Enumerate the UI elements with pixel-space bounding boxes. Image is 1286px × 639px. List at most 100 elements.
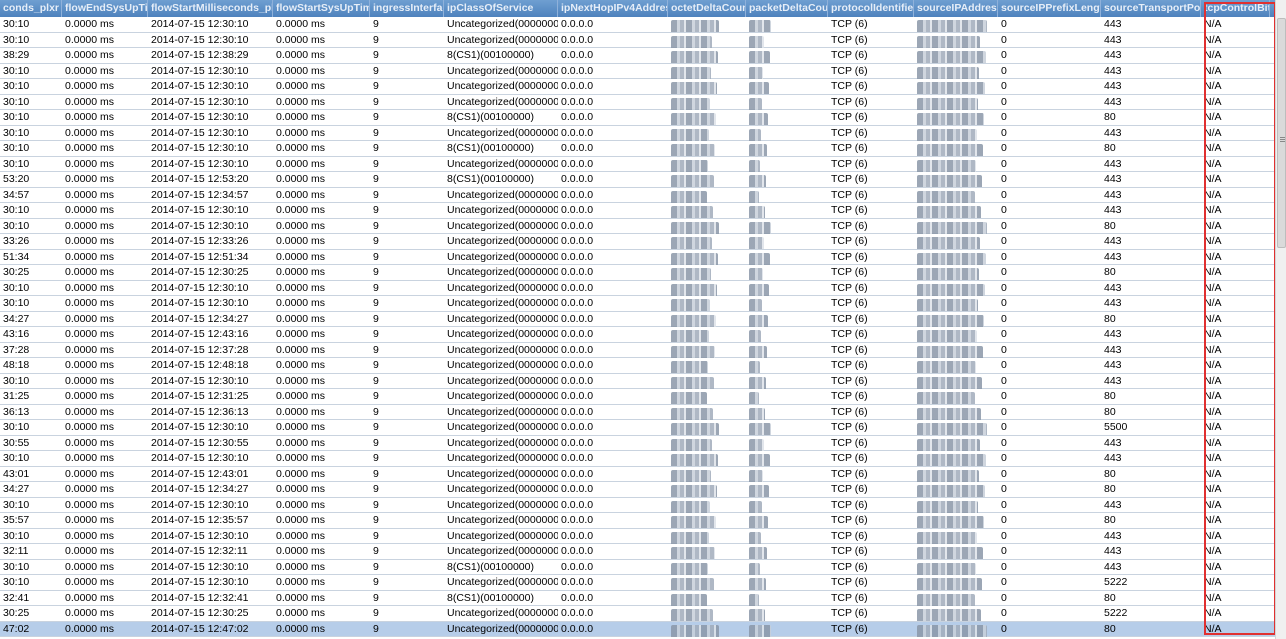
table-row[interactable]: 30:10 0.0000 ms 2014-07-15 12:30:10 0.0000 … (0, 528, 1276, 544)
table-row[interactable]: 51:34 0.0000 ms 2014-07-15 12:51:34 0.0000 … (0, 249, 1276, 265)
table-cell (746, 141, 828, 156)
redacted-value (749, 624, 771, 637)
table-cell: 0.0000 ms (276, 297, 326, 309)
table-row[interactable]: 34:57 0.0000 ms 2014-07-15 12:34:57 0.0000 … (0, 187, 1276, 203)
column-header[interactable]: flowStartMilliseconds_plxr (148, 0, 273, 17)
table-row[interactable]: 43:16 0.0000 ms 2014-07-15 12:43:16 0.0000 … (0, 327, 1276, 343)
column-header[interactable]: sourceIPPrefixLength (998, 0, 1101, 17)
table-row[interactable]: 37:28 0.0000 ms 2014-07-15 12:37:28 0.0000 … (0, 342, 1276, 358)
table-row[interactable]: 30:10 0.0000 ms 2014-07-15 12:30:10 0.0000 … (0, 94, 1276, 110)
column-header[interactable]: sourceTransportPort (1101, 0, 1201, 17)
table-row[interactable]: 30:10 0.0000 ms 2014-07-15 12:30:10 0.0000 … (0, 17, 1276, 33)
redacted-value (917, 66, 979, 79)
column-header[interactable]: flowEndSysUpTime (62, 0, 148, 17)
table-row[interactable]: 53:20 0.0000 ms 2014-07-15 12:53:20 0.0000 … (0, 172, 1276, 188)
table-cell: 9 (373, 126, 379, 139)
table-cell (668, 405, 746, 420)
table-row[interactable]: 30:10 0.0000 ms 2014-07-15 12:30:10 0.0000 … (0, 420, 1276, 436)
table-row[interactable]: 30:10 0.0000 ms 2014-07-15 12:30:10 0.0000 … (0, 373, 1276, 389)
table-cell (914, 513, 998, 528)
table-row[interactable]: 30:10 0.0000 ms 2014-07-15 12:30:10 0.0000 … (0, 218, 1276, 234)
column-header[interactable]: tcpControlBits (1201, 0, 1270, 17)
table-cell: Uncategorized(00000000) (447, 204, 558, 216)
table-row[interactable]: 30:55 0.0000 ms 2014-07-15 12:30:55 0.0000 … (0, 435, 1276, 451)
table-cell: 443 (1104, 49, 1122, 61)
table-row[interactable]: 30:10 0.0000 ms 2014-07-15 12:30:10 0.0000 … (0, 203, 1276, 219)
table-cell: Uncategorized(00000000) (447, 312, 558, 325)
table-row[interactable]: 34:27 0.0000 ms 2014-07-15 12:34:27 0.0000 … (0, 482, 1276, 498)
table-row[interactable]: 36:13 0.0000 ms 2014-07-15 12:36:13 0.0000 … (0, 404, 1276, 420)
table-cell (914, 265, 998, 280)
table-cell: N/A (1204, 219, 1222, 232)
table-cell: 9 (373, 622, 379, 635)
table-cell (668, 498, 746, 513)
table-cell: 0.0000 ms (65, 560, 115, 573)
table-row[interactable]: 32:11 0.0000 ms 2014-07-15 12:32:11 0.0000 … (0, 544, 1276, 560)
table-row[interactable]: 30:10 0.0000 ms 2014-07-15 12:30:10 0.0000 … (0, 79, 1276, 95)
table-cell (746, 405, 828, 420)
table-cell: 0 (1001, 157, 1007, 170)
table-cell: 443 (1104, 374, 1122, 387)
table-cell: 30:25 (3, 607, 30, 619)
table-cell: 30:10 (3, 421, 30, 433)
table-row[interactable]: 35:57 0.0000 ms 2014-07-15 12:35:57 0.0000 … (0, 513, 1276, 529)
table-cell: 30:10 (3, 529, 30, 542)
table-row[interactable]: 30:10 0.0000 ms 2014-07-15 12:30:10 0.0000 … (0, 451, 1276, 467)
table-row[interactable]: 33:26 0.0000 ms 2014-07-15 12:33:26 0.0000 … (0, 234, 1276, 250)
table-row[interactable]: 30:10 0.0000 ms 2014-07-15 12:30:10 0.0000 … (0, 156, 1276, 172)
redacted-value (917, 392, 975, 404)
table-cell: 2014-07-15 12:30:10 (151, 297, 249, 309)
table-cell: Uncategorized(00000000) (447, 281, 558, 294)
table-row[interactable]: 30:10 0.0000 ms 2014-07-15 12:30:10 0.0000 … (0, 296, 1276, 312)
table-cell: 0.0000 ms (65, 297, 115, 309)
column-header[interactable]: sourceIPAddress (914, 0, 998, 17)
column-header[interactable]: packetDeltaCount (746, 0, 828, 17)
table-cell: Uncategorized(00000000) (447, 498, 558, 511)
table-row[interactable]: 30:10 0.0000 ms 2014-07-15 12:30:10 0.0000 … (0, 497, 1276, 513)
column-header[interactable]: ingressInterface (370, 0, 444, 17)
table-row[interactable]: 30:10 0.0000 ms 2014-07-15 12:30:10 0.0000 … (0, 125, 1276, 141)
table-row[interactable]: 34:27 0.0000 ms 2014-07-15 12:34:27 0.0000 … (0, 311, 1276, 327)
scrollbar-thumb[interactable] (1277, 18, 1286, 248)
table-cell: 0.0000 ms (276, 204, 326, 216)
table-row[interactable]: 43:01 0.0000 ms 2014-07-15 12:43:01 0.0000 … (0, 466, 1276, 482)
table-row[interactable]: 32:41 0.0000 ms 2014-07-15 12:32:41 0.0000 … (0, 590, 1276, 606)
table-row[interactable]: 30:25 0.0000 ms 2014-07-15 12:30:25 0.0000 … (0, 606, 1276, 622)
table-row[interactable]: 30:10 0.0000 ms 2014-07-15 12:30:10 0.0000 … (0, 559, 1276, 575)
vertical-scrollbar[interactable] (1275, 0, 1286, 639)
table-cell: 0.0000 ms (65, 188, 115, 201)
table-cell: Uncategorized(00000000) (447, 18, 558, 30)
table-cell (914, 79, 998, 94)
table-cell: TCP (6) (831, 560, 868, 573)
column-header[interactable]: octetDeltaCount (668, 0, 746, 17)
table-cell: 443 (1104, 250, 1122, 263)
table-cell: 2014-07-15 12:30:10 (151, 421, 249, 433)
table-row[interactable]: 48:18 0.0000 ms 2014-07-15 12:48:18 0.0000 … (0, 358, 1276, 374)
table-row[interactable]: 30:10 0.0000 ms 2014-07-15 12:30:10 0.0000 … (0, 280, 1276, 296)
table-cell: Uncategorized(00000000) (447, 421, 558, 433)
table-row[interactable]: 30:10 0.0000 ms 2014-07-15 12:30:10 0.0000 … (0, 32, 1276, 48)
table-cell: 443 (1104, 80, 1122, 92)
grip-icon (1280, 137, 1285, 143)
redacted-value (671, 485, 717, 497)
table-row[interactable]: 30:10 0.0000 ms 2014-07-15 12:30:10 0.0000 … (0, 110, 1276, 126)
table-cell: N/A (1204, 18, 1222, 30)
column-header[interactable]: ipClassOfService (444, 0, 558, 17)
table-cell: 0.0000 ms (276, 374, 326, 387)
column-header[interactable]: protocolIdentifier (828, 0, 914, 17)
table-cell: 31:25 (3, 390, 30, 402)
table-cell (914, 544, 998, 559)
table-row[interactable]: 31:25 0.0000 ms 2014-07-15 12:31:25 0.0000 … (0, 389, 1276, 405)
table-cell: 9 (373, 421, 379, 433)
table-row[interactable]: 30:25 0.0000 ms 2014-07-15 12:30:25 0.0000 … (0, 265, 1276, 281)
table-row[interactable]: 30:10 0.0000 ms 2014-07-15 12:30:10 0.0000 … (0, 575, 1276, 591)
column-header[interactable]: conds_plxr (0, 0, 62, 17)
table-row[interactable]: 30:10 0.0000 ms 2014-07-15 12:30:10 0.0000 … (0, 141, 1276, 157)
table-row[interactable]: 38:29 0.0000 ms 2014-07-15 12:38:29 0.0000 … (0, 48, 1276, 64)
table-row[interactable]: 47:02 0.0000 ms 2014-07-15 12:47:02 0.0000 … (0, 621, 1276, 637)
column-header[interactable]: flowStartSysUpTime (273, 0, 370, 17)
redacted-value (749, 454, 770, 466)
table-row[interactable]: 30:10 0.0000 ms 2014-07-15 12:30:10 0.0000 … (0, 63, 1276, 79)
column-header[interactable]: ipNextHopIPv4Address (558, 0, 668, 17)
table-cell: 80 (1104, 266, 1116, 278)
